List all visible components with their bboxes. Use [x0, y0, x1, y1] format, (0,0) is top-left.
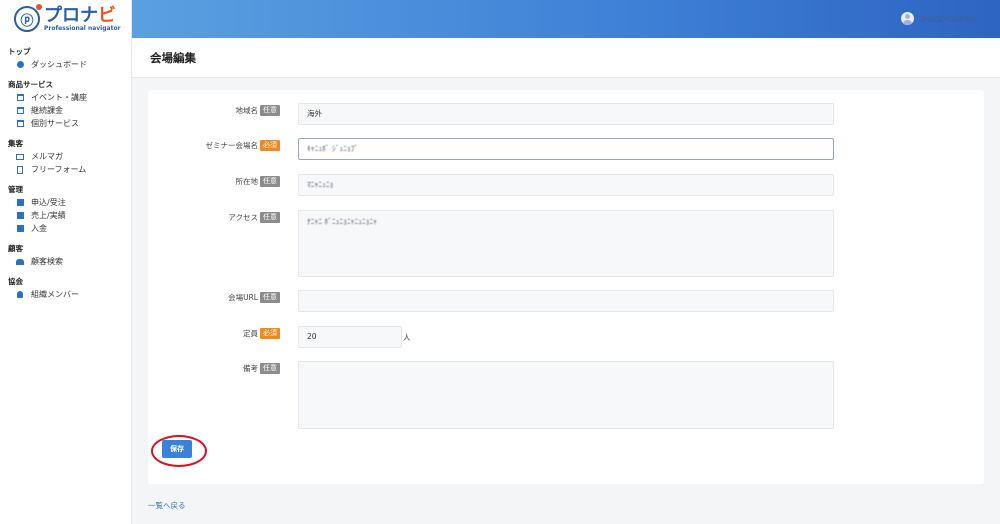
nav-heading: トップ	[8, 47, 31, 56]
sidebar-item-customer-search[interactable]: 顧客検索	[0, 255, 131, 268]
nav-section-association: 協会 組織メンバー	[0, 276, 131, 301]
venue-name-input[interactable]: ｷｬﾆｭﾎﾞ ｼﾞｭﾆｮﾌﾞ	[298, 138, 834, 160]
calendar-icon	[16, 120, 24, 128]
notes-textarea[interactable]	[298, 361, 834, 429]
address-input[interactable]: ﾏﾆｬﾆｭﾆｮ	[298, 174, 834, 196]
sidebar-item-label: イベント・講座	[31, 93, 87, 102]
sidebar-item-label: 継続課金	[31, 106, 63, 115]
sidebar-item-members[interactable]: 組織メンバー	[0, 288, 131, 301]
calendar-icon	[16, 107, 24, 115]
optional-badge: 任意	[260, 212, 280, 223]
sidebar-item-newsletter[interactable]: メルマガ	[0, 150, 131, 163]
capacity-input[interactable]: 20	[298, 326, 402, 348]
page-title: 会場編集	[150, 51, 196, 65]
required-badge: 必須	[260, 140, 280, 151]
address-label: 所在地	[235, 177, 259, 186]
nav-heading: 商品サービス	[8, 80, 53, 89]
users-icon	[16, 258, 24, 266]
mail-icon	[16, 153, 24, 161]
venue-name-label: ゼミナー会場名	[205, 141, 259, 150]
sidebar-item-sales[interactable]: 売上/実績	[0, 209, 131, 222]
region-label: 地域名	[235, 106, 259, 115]
sidebar-item-label: フリーフォーム	[31, 165, 87, 174]
logo-title: プロナビ	[44, 4, 116, 26]
sidebar-item-dashboard[interactable]: ダッシュボード	[0, 58, 131, 71]
logo[interactable]: ⓟ プロナビ Professional navigator	[0, 0, 131, 38]
sidebar-item-label: メルマガ	[31, 152, 63, 161]
nav-heading: 協会	[8, 277, 23, 286]
notes-label: 備考	[243, 364, 258, 373]
user-icon	[16, 291, 24, 299]
capacity-label: 定員	[243, 329, 258, 338]
sidebar-item-free-form[interactable]: フリーフォーム	[0, 163, 131, 176]
access-label: アクセス	[228, 213, 258, 222]
required-badge: 必須	[260, 328, 280, 339]
sidebar-item-orders[interactable]: 申込/受注	[0, 196, 131, 209]
sidebar-item-label: ダッシュボード	[31, 60, 87, 69]
document-icon	[16, 165, 24, 174]
venue-url-label: 会場URL	[228, 293, 258, 302]
back-to-list-link[interactable]: 一覧へ戻る	[148, 500, 186, 511]
sidebar-item-individual-service[interactable]: 個別サービス	[0, 117, 131, 130]
sidebar-item-label: 個別サービス	[31, 119, 79, 128]
optional-badge: 任意	[260, 292, 280, 303]
nav-section-customers: 顧客 顧客検索	[0, 243, 131, 268]
user-menu[interactable]: ﾆｬﾆｭﾆｮﾆｬﾆｭﾆｮﾆｬﾆｭ	[901, 12, 976, 25]
sidebar-item-label: 入金	[31, 224, 47, 233]
venue-url-input[interactable]	[298, 290, 834, 312]
avatar-icon	[901, 12, 914, 25]
venue-name-value: ｷｬﾆｭﾎﾞ ｼﾞｭﾆｮﾌﾞ	[307, 144, 359, 153]
nav-heading: 管理	[8, 185, 23, 194]
access-value: ﾅﾆｬﾆ ﾎﾞﾆｭﾆｮﾆｬﾆｭﾆｮﾆｬ	[307, 217, 377, 226]
nav-section-top: トップ ダッシュボード	[0, 46, 131, 71]
nav-section-products: 商品サービス イベント・講座 継続課金 個別サービス	[0, 79, 131, 130]
nav-section-marketing: 集客 メルマガ フリーフォーム	[0, 138, 131, 176]
region-input[interactable]: 海外	[298, 103, 834, 125]
square-icon	[16, 199, 24, 207]
square-icon	[16, 225, 24, 233]
compass-logo-icon: ⓟ	[14, 4, 42, 32]
access-textarea[interactable]: ﾅﾆｬﾆ ﾎﾞﾆｭﾆｮﾆｬﾆｭﾆｮﾆｬ	[298, 210, 834, 277]
nav-section-management: 管理 申込/受注 売上/実績 入金	[0, 184, 131, 235]
page-header: 会場編集	[132, 38, 1000, 78]
capacity-unit: 人	[403, 333, 411, 342]
dashboard-icon	[16, 61, 24, 69]
logo-subtitle: Professional navigator	[44, 24, 121, 32]
venue-edit-form: 地域名 任意 海外 ゼミナー会場名 必須 ｷｬﾆｭﾎﾞ ｼﾞｭﾆｮﾌﾞ 所在地 …	[148, 90, 984, 484]
optional-badge: 任意	[260, 105, 280, 116]
user-name: ﾆｬﾆｭﾆｮﾆｬﾆｭﾆｮﾆｬﾆｭ	[920, 14, 976, 23]
nav-heading: 集客	[8, 139, 23, 148]
nav-heading: 顧客	[8, 244, 23, 253]
sidebar: ⓟ プロナビ Professional navigator トップ ダッシュボー…	[0, 0, 132, 524]
sidebar-item-subscription[interactable]: 継続課金	[0, 104, 131, 117]
calendar-icon	[16, 94, 24, 102]
optional-badge: 任意	[260, 363, 280, 374]
address-value: ﾏﾆｬﾆｭﾆｮ	[307, 180, 334, 189]
optional-badge: 任意	[260, 176, 280, 187]
sidebar-item-label: 申込/受注	[31, 198, 66, 207]
sidebar-item-label: 顧客検索	[31, 257, 63, 266]
sidebar-item-events[interactable]: イベント・講座	[0, 91, 131, 104]
sidebar-item-label: 組織メンバー	[31, 290, 79, 299]
save-button[interactable]: 保存	[162, 440, 192, 458]
logo-title-accent: ビ	[98, 4, 116, 26]
sidebar-item-payments[interactable]: 入金	[0, 222, 131, 235]
square-icon	[16, 212, 24, 220]
top-bar: ﾆｬﾆｭﾆｮﾆｬﾆｭﾆｮﾆｬﾆｭ	[132, 0, 1000, 38]
sidebar-item-label: 売上/実績	[31, 211, 66, 220]
